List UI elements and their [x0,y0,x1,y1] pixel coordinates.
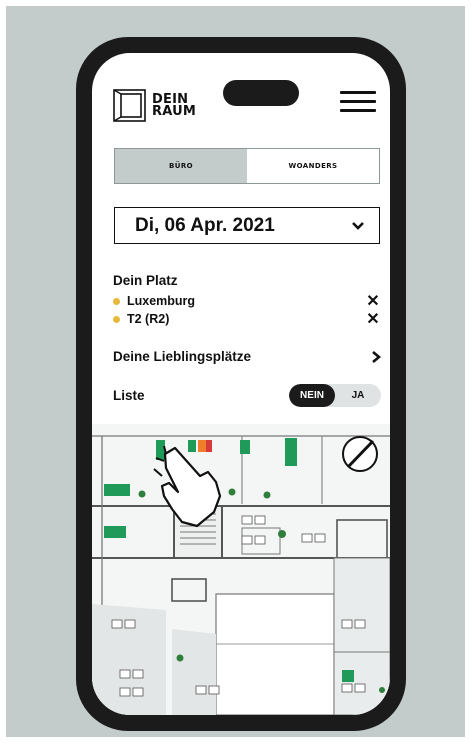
list-toggle[interactable]: NEIN JA [289,384,381,407]
my-place-title: Dein Platz [113,273,178,288]
chevron-down-icon [352,221,364,230]
hamburger-icon[interactable] [340,91,376,113]
chevron-right-icon [372,350,381,363]
list-label: Liste [113,388,145,403]
phone-notch [223,80,299,106]
location-tabs: BÜRO WOANDERS [114,148,380,184]
close-icon[interactable]: ✕ [365,309,381,329]
close-icon[interactable]: ✕ [365,291,381,311]
place-label: T2 (R2) [127,312,170,326]
logo-icon [113,89,146,122]
slash-icon [342,436,378,472]
tab-woanders[interactable]: WOANDERS [247,149,379,183]
date-select[interactable]: Di, 06 Apr. 2021 [114,207,380,244]
logo-text: DEIN RAUM [152,93,196,119]
logo-line-2: RAUM [152,103,196,119]
my-place-item: Luxemburg ✕ [113,291,381,311]
favorites-link[interactable]: Deine Lieblingsplätze [113,349,381,364]
status-dot [113,315,120,323]
list-toggle-row: Liste NEIN JA [113,384,381,407]
status-dot [113,297,120,305]
my-place-item: T2 (R2) ✕ [113,309,381,329]
place-label: Luxemburg [127,294,196,308]
favorites-label: Deine Lieblingsplätze [113,349,252,364]
toggle-option-ja[interactable]: JA [335,384,381,407]
toggle-option-nein[interactable]: NEIN [289,384,335,407]
phone-frame: DEIN RAUM BÜRO WOANDERS Di, 06 Apr. 2021… [76,37,406,731]
date-value: Di, 06 Apr. 2021 [135,214,275,236]
app-logo[interactable]: DEIN RAUM [113,89,196,122]
background-panel: DEIN RAUM BÜRO WOANDERS Di, 06 Apr. 2021… [6,6,465,737]
tab-buero[interactable]: BÜRO [115,149,247,183]
app-screen: DEIN RAUM BÜRO WOANDERS Di, 06 Apr. 2021… [92,53,390,715]
floorplan-map[interactable] [92,424,390,715]
